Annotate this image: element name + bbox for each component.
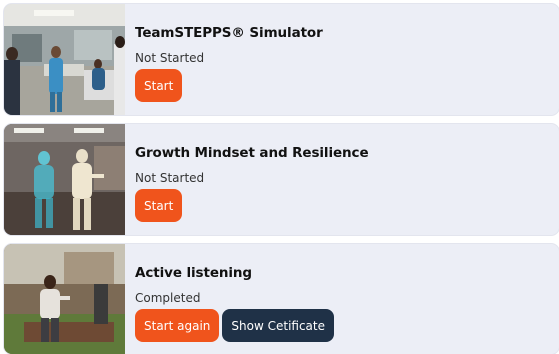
course-title: Growth Mindset and Resilience xyxy=(135,145,369,161)
hospital-scene-thumbnail xyxy=(4,4,125,115)
course-status: Not Started xyxy=(135,51,205,65)
course-title: TeamSTEPPS® Simulator xyxy=(135,25,323,41)
course-card-teamstepps: TeamSTEPPS® Simulator Not Started Start xyxy=(4,4,559,115)
course-actions: Start xyxy=(135,189,369,222)
show-certificate-button[interactable]: Show Cetificate xyxy=(222,309,334,342)
course-thumbnail xyxy=(4,4,125,115)
course-status: Not Started xyxy=(135,171,205,185)
course-thumbnail xyxy=(4,244,125,354)
course-thumbnail xyxy=(4,124,125,235)
course-card-growth-mindset: Growth Mindset and Resilience Not Starte… xyxy=(4,124,559,235)
course-card-active-listening: Active listening Completed Start again S… xyxy=(4,244,559,354)
hologram-scene-thumbnail xyxy=(4,124,125,235)
course-info: Active listening Completed Start again S… xyxy=(125,244,334,354)
course-status: Completed xyxy=(135,291,201,305)
start-button[interactable]: Start xyxy=(135,189,183,222)
course-list: TeamSTEPPS® Simulator Not Started Start xyxy=(0,0,559,354)
course-actions: Start again Show Cetificate xyxy=(135,309,334,342)
course-title: Active listening xyxy=(135,265,252,281)
start-again-button[interactable]: Start again xyxy=(135,309,220,342)
courtyard-scene-thumbnail xyxy=(4,244,125,354)
course-info: TeamSTEPPS® Simulator Not Started Start xyxy=(125,4,323,115)
course-info: Growth Mindset and Resilience Not Starte… xyxy=(125,124,369,235)
course-actions: Start xyxy=(135,69,323,102)
start-button[interactable]: Start xyxy=(135,69,183,102)
